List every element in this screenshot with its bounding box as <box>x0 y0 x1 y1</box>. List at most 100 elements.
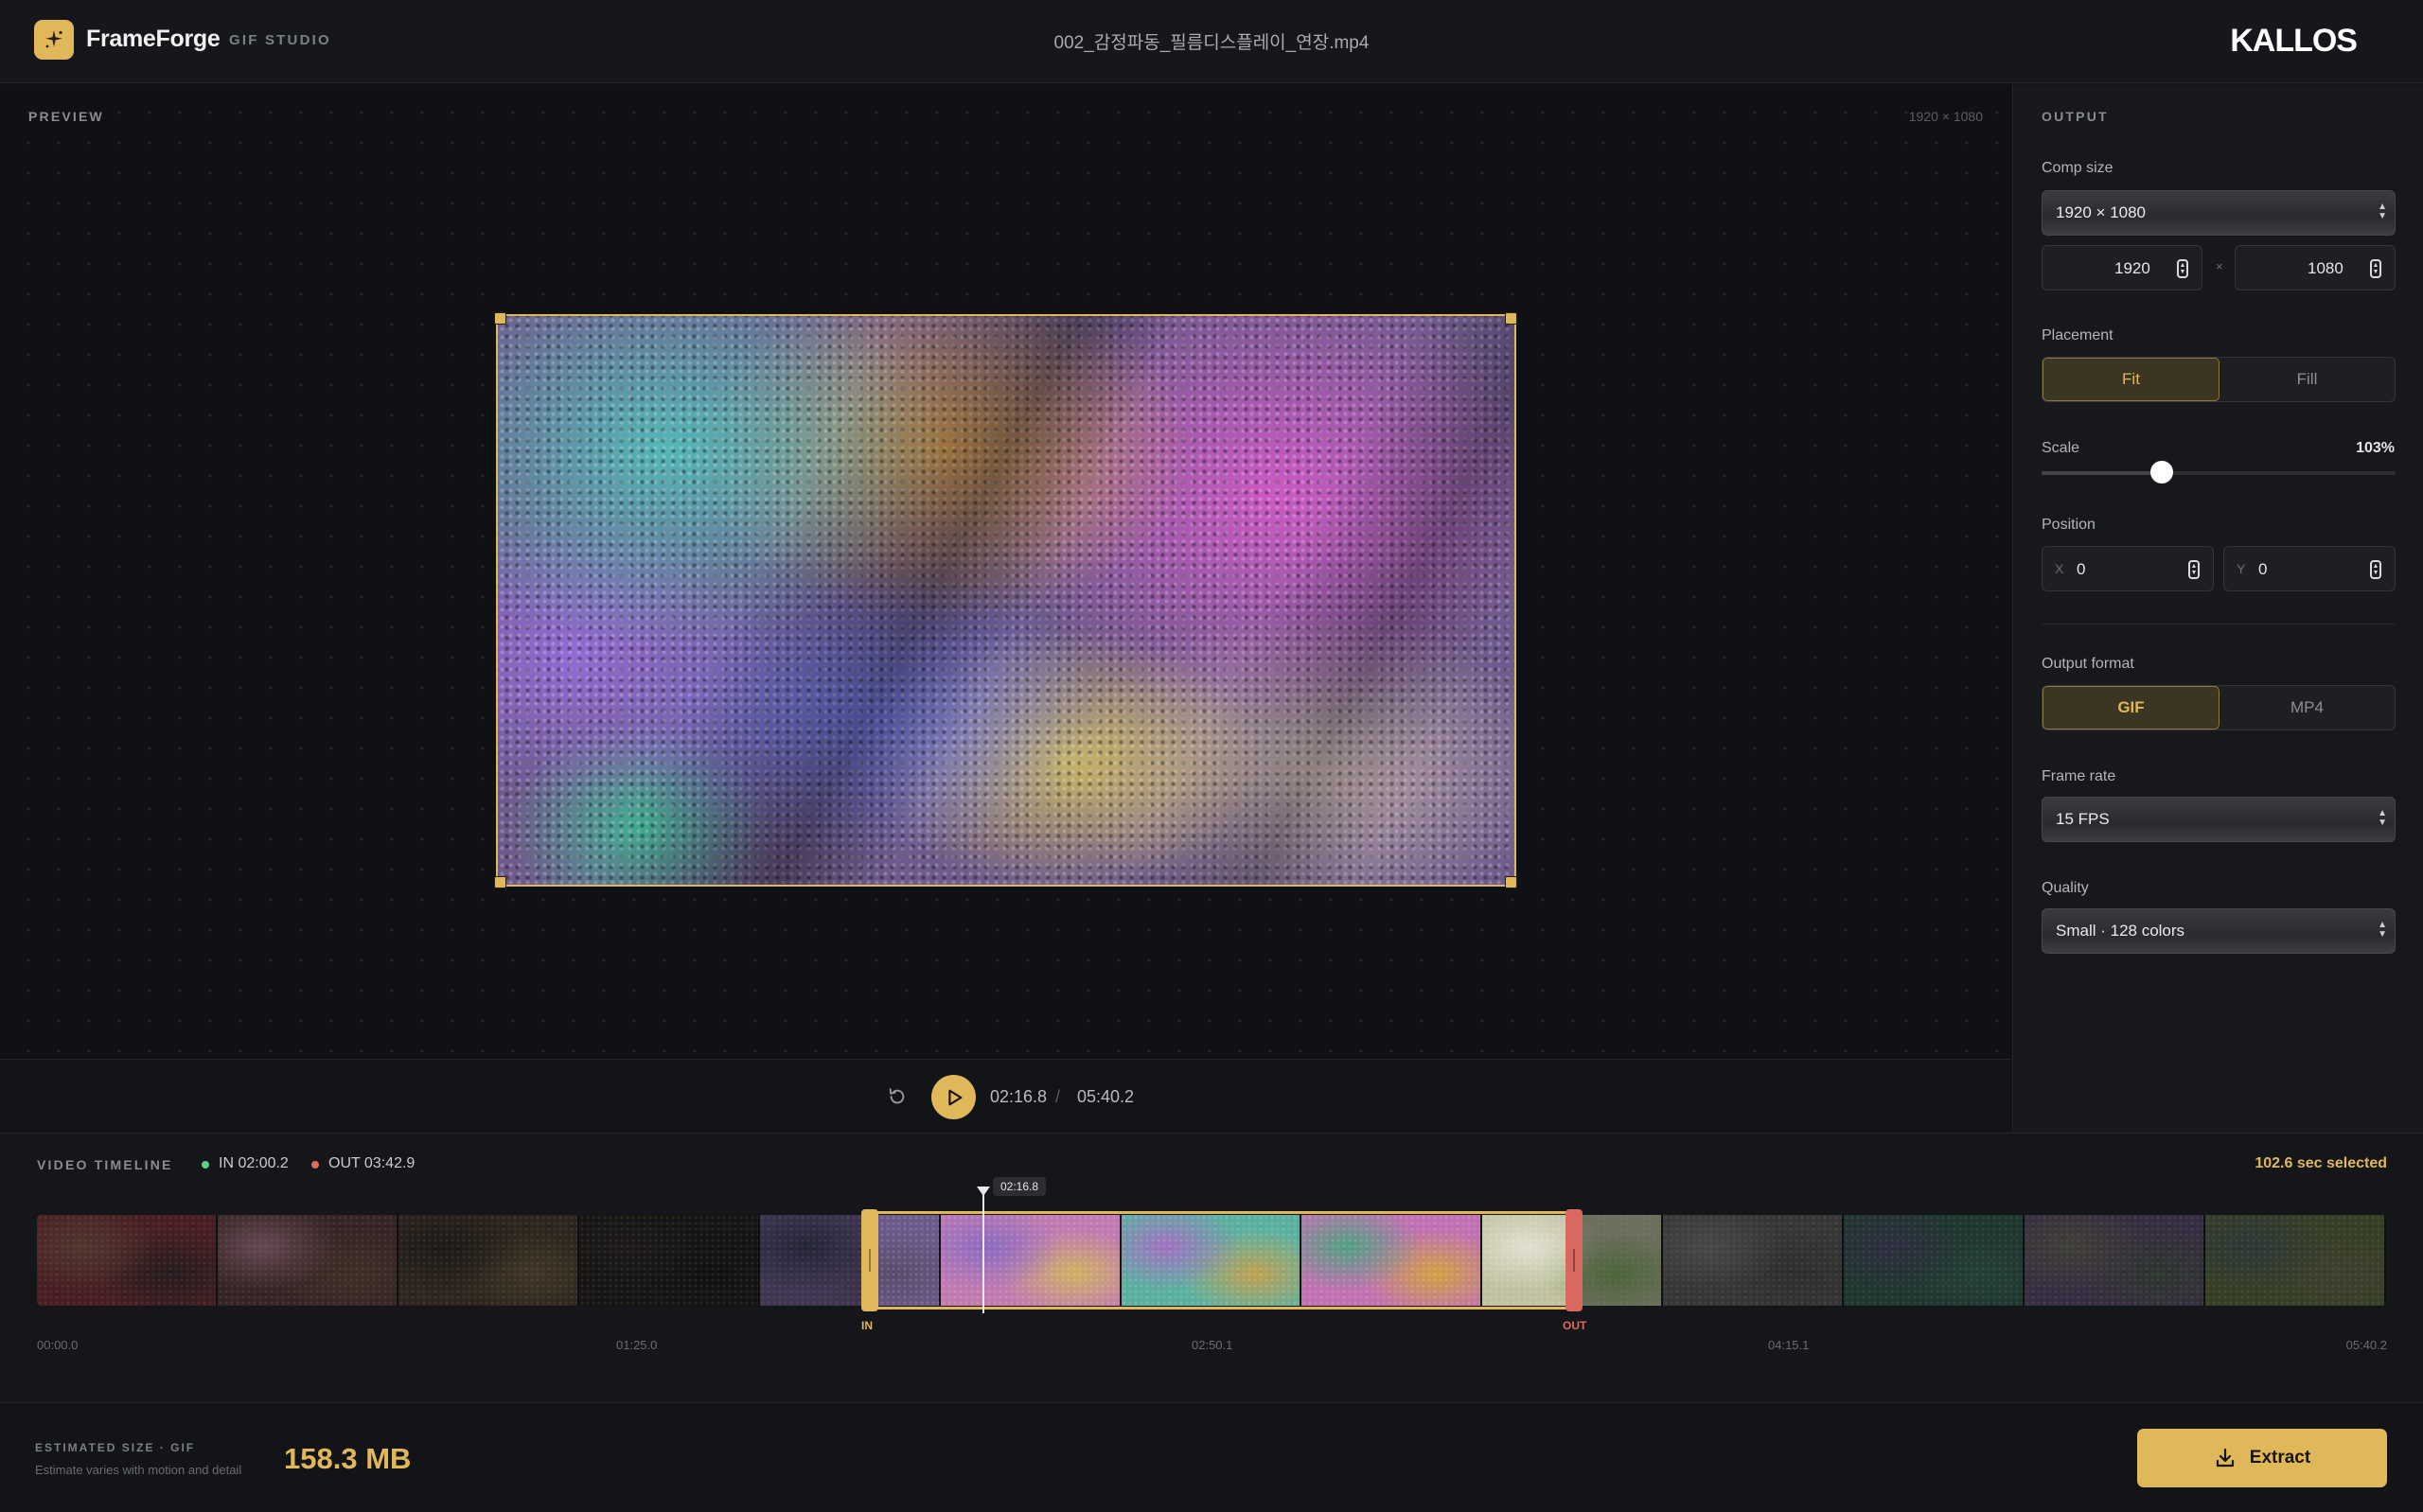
preview-label: PREVIEW <box>28 109 104 124</box>
thumb-8 <box>1301 1215 1483 1306</box>
thumb-6 <box>940 1215 1122 1306</box>
scale-slider[interactable] <box>2042 461 2396 483</box>
placement-fit-option[interactable]: Fit <box>2043 358 2220 401</box>
app-logo-icon <box>34 20 74 60</box>
placement-fill-option[interactable]: Fill <box>2220 358 2395 401</box>
resize-handle-top-right[interactable] <box>1505 312 1517 325</box>
time-separator: / <box>1055 1087 1061 1106</box>
thumb-12 <box>2025 1215 2206 1306</box>
timeline-label: VIDEO TIMELINE <box>37 1157 173 1172</box>
play-button[interactable] <box>931 1075 976 1119</box>
timeline-tick: 04:15.1 <box>1768 1338 1810 1352</box>
thumb-11 <box>1844 1215 2025 1306</box>
scale-value: 103% <box>2356 440 2395 456</box>
out-handle[interactable] <box>1565 1209 1583 1311</box>
app-name: FrameForge <box>86 26 221 52</box>
position-x-letter: X <box>2055 561 2064 576</box>
output-format-toggle: GIF MP4 <box>2042 685 2396 730</box>
in-point-text: IN 02:00.2 <box>219 1155 289 1171</box>
format-gif-option[interactable]: GIF <box>2043 686 2220 730</box>
timeline-tick: 00:00.0 <box>37 1338 79 1352</box>
thumb-5 <box>759 1215 941 1306</box>
comp-size-value: 1920 × 1080 <box>2056 203 2147 221</box>
scale-slider-fill <box>2042 471 2163 475</box>
thumb-4 <box>578 1215 760 1306</box>
output-panel: OUTPUT Comp size 1920 × 1080 ▲ ▼ 1920 ▲ ▼ … <box>2012 84 2423 1133</box>
times-sign: × <box>2216 259 2223 273</box>
out-point-text: OUT 03:42.9 <box>328 1155 416 1171</box>
scale-slider-thumb[interactable] <box>2150 461 2174 483</box>
thumb-10 <box>1663 1215 1845 1306</box>
thumb-2 <box>217 1215 398 1306</box>
app-header: FrameForge GIF STUDIO 002_감정파동_필름디스플레이_연… <box>0 0 2423 83</box>
in-handle-label: IN <box>861 1319 873 1332</box>
frame-rate-select[interactable]: 15 FPS ▲ ▼ <box>2042 797 2396 842</box>
grip-icon <box>869 1249 871 1272</box>
timeline-tick: 05:40.2 <box>2345 1338 2387 1352</box>
preview-canvas: PREVIEW 1920 × 1080 <box>0 84 2011 1059</box>
selection-duration: 102.6 sec selected <box>2255 1155 2387 1171</box>
placement-label: Placement <box>2042 327 2113 343</box>
select-arrows-icon: ▲ ▼ <box>2378 808 2387 828</box>
position-label: Position <box>2042 517 2096 533</box>
estimate-note: Estimate varies with motion and detail <box>35 1463 242 1477</box>
height-field[interactable]: 1080 ▲ ▼ <box>2235 245 2396 290</box>
scale-label: Scale <box>2042 440 2080 456</box>
grip-icon <box>1573 1249 1575 1272</box>
reset-button[interactable] <box>884 1083 911 1110</box>
estimate-label: ESTIMATED SIZE · GIF <box>35 1441 196 1454</box>
width-value: 1920 <box>2114 259 2150 277</box>
current-time: 02:16.8 <box>990 1087 1048 1106</box>
output-label: OUTPUT <box>2042 109 2109 124</box>
thumb-7 <box>1121 1215 1302 1306</box>
brand-logo: KALLOS <box>2230 23 2358 59</box>
position-y-field[interactable]: Y 0 ▲ ▼ <box>2223 546 2396 591</box>
playhead[interactable] <box>982 1192 984 1313</box>
width-field[interactable]: 1920 ▲ ▼ <box>2042 245 2202 290</box>
format-mp4-option[interactable]: MP4 <box>2220 686 2395 730</box>
out-marker-dot <box>311 1161 319 1169</box>
frame-rate-value: 15 FPS <box>2056 810 2110 828</box>
select-arrows-icon: ▲ ▼ <box>2378 920 2387 940</box>
height-value: 1080 <box>2308 259 2343 277</box>
comp-size-label: Comp size <box>2042 160 2113 176</box>
position-x-value: 0 <box>2077 560 2086 578</box>
quality-select[interactable]: Small · 128 colors ▲ ▼ <box>2042 908 2396 954</box>
thumbnail-strip[interactable] <box>37 1215 2386 1306</box>
resize-handle-bottom-left[interactable] <box>494 876 506 888</box>
estimated-size: 158.3 MB <box>284 1442 412 1475</box>
total-time: 05:40.2 <box>1077 1087 1135 1106</box>
video-timeline: VIDEO TIMELINE IN 02:00.2 OUT 03:42.9 10… <box>0 1133 2423 1402</box>
video-frame[interactable] <box>496 314 1516 887</box>
resize-handle-top-left[interactable] <box>494 312 506 325</box>
in-handle[interactable] <box>861 1209 878 1311</box>
resize-handle-bottom-right[interactable] <box>1505 876 1517 888</box>
stepper-icon[interactable]: ▲ ▼ <box>2370 259 2381 278</box>
output-format-label: Output format <box>2042 656 2134 672</box>
app-subtitle: GIF STUDIO <box>229 32 331 48</box>
stepper-icon[interactable]: ▲ ▼ <box>2188 560 2200 579</box>
timeline-tick: 01:25.0 <box>616 1338 658 1352</box>
video-shading <box>498 316 1514 885</box>
position-y-letter: Y <box>2237 561 2246 576</box>
preview-dimensions: 1920 × 1080 <box>1908 109 1983 124</box>
in-marker-dot <box>202 1161 209 1169</box>
position-y-value: 0 <box>2258 560 2268 578</box>
placement-toggle: Fit Fill <box>2042 357 2396 402</box>
quality-label: Quality <box>2042 880 2089 896</box>
select-arrows-icon: ▲ ▼ <box>2378 202 2387 221</box>
file-name: 002_감정파동_필름디스플레이_연장.mp4 <box>1053 33 1370 53</box>
out-handle-label: OUT <box>1563 1319 1587 1332</box>
extract-label: Extract <box>2249 1448 2311 1468</box>
play-icon <box>947 1089 962 1105</box>
comp-size-select[interactable]: 1920 × 1080 ▲ ▼ <box>2042 190 2396 236</box>
download-icon <box>2216 1448 2234 1468</box>
playhead-marker-icon[interactable] <box>977 1187 990 1196</box>
stepper-icon[interactable]: ▲ ▼ <box>2177 259 2188 278</box>
thumb-1 <box>37 1215 218 1306</box>
reset-icon <box>889 1088 905 1104</box>
quality-value: Small · 128 colors <box>2056 922 2185 940</box>
extract-button[interactable]: Extract <box>2137 1429 2387 1487</box>
position-x-field[interactable]: X 0 ▲ ▼ <box>2042 546 2214 591</box>
stepper-icon[interactable]: ▲ ▼ <box>2370 560 2381 579</box>
